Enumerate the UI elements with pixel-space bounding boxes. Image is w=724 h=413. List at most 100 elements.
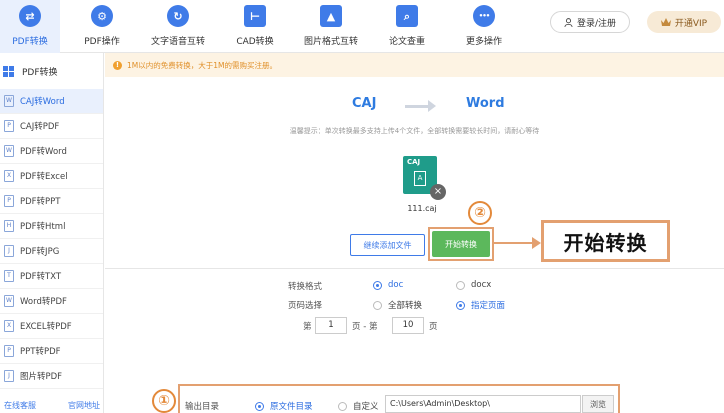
tab-label: PDF转换	[12, 37, 48, 47]
tab-pdf-convert[interactable]: ⇄ PDF转换	[0, 0, 60, 53]
notice-text: 1M以内的免费转换，大于1M的需购买注册。	[127, 60, 277, 70]
page-suffix: 页	[429, 322, 438, 332]
callout-arrow	[494, 242, 534, 244]
notice-bar: ! 1M以内的免费转换，大于1M的需购买注册。	[105, 53, 724, 77]
sidebar-item-caj-to-word[interactable]: W CAJ转Word	[0, 89, 103, 114]
convert-icon: ⇄	[19, 5, 41, 27]
search-doc-icon: ⌕	[396, 5, 418, 27]
word-file-icon: W	[4, 145, 14, 157]
hint-text: 温馨提示：单次转换最多支持上传4个文件，全部转换需要较长时间，请耐心等待	[289, 127, 540, 135]
radio-dot	[338, 401, 347, 411]
tab-more-operations[interactable]: ••• 更多操作	[455, 0, 513, 53]
txt-file-icon: T	[4, 270, 14, 282]
tab-pdf-operations[interactable]: ⚙ PDF操作	[72, 0, 132, 53]
sidebar-item-image-to-pdf[interactable]: J 图片转PDF	[0, 364, 103, 389]
sidebar-item-pdf-to-ppt[interactable]: P PDF转PPT	[0, 189, 103, 214]
browse-button[interactable]: 浏览	[582, 395, 614, 413]
tab-text-speech[interactable]: ↻ 文字语音互转	[145, 0, 211, 53]
online-service-link[interactable]: 在线客服	[4, 400, 36, 411]
page-to-input[interactable]: 10	[392, 317, 424, 334]
crown-icon	[660, 18, 671, 26]
output-path-input[interactable]: C:\Users\Admin\Desktop\	[385, 395, 581, 413]
sidebar-item-pdf-to-word[interactable]: W PDF转Word	[0, 139, 103, 164]
tab-label: 更多操作	[465, 37, 502, 47]
pages-label: 页码选择	[288, 301, 323, 311]
sidebar-item-label: PDF转JPG	[20, 247, 60, 257]
grid-icon	[3, 65, 14, 77]
sidebar-item-excel-to-pdf[interactable]: X EXCEL转PDF	[0, 314, 103, 339]
image-icon: ▲	[320, 5, 342, 27]
pdf-file-icon: P	[4, 120, 14, 132]
step-2-marker: ②	[468, 201, 492, 225]
sidebar-item-caj-to-pdf[interactable]: P CAJ转PDF	[0, 114, 103, 139]
sidebar-item-word-to-pdf[interactable]: W Word转PDF	[0, 289, 103, 314]
radio-dot	[255, 401, 264, 411]
cad-icon: ⊢	[244, 5, 266, 27]
login-button[interactable]: 登录/注册	[550, 11, 630, 33]
sidebar-item-pdf-to-txt[interactable]: T PDF转TXT	[0, 264, 103, 289]
page-prefix: 第	[303, 322, 312, 332]
sidebar-item-pdf-to-excel[interactable]: X PDF转Excel	[0, 164, 103, 189]
output-custom-radio[interactable]: 自定义	[338, 400, 379, 412]
sidebar-item-ppt-to-pdf[interactable]: P PPT转PDF	[0, 339, 103, 364]
tab-label: 图片格式互转	[303, 37, 358, 47]
sidebar-footer: 在线客服 官网地址	[0, 400, 104, 411]
website-link[interactable]: 官网地址	[68, 400, 100, 411]
divider	[105, 268, 724, 269]
format-docx-radio[interactable]: docx	[456, 280, 491, 290]
sidebar-item-pdf-to-html[interactable]: H PDF转Html	[0, 214, 103, 239]
image-file-icon: J	[4, 245, 14, 257]
tab-label: 文字语音互转	[150, 37, 205, 47]
radio-label: 自定义	[353, 402, 379, 412]
sidebar-item-label: PPT转PDF	[20, 347, 61, 357]
start-convert-button[interactable]: 开始转换	[432, 231, 490, 257]
tab-plagiarism-check[interactable]: ⌕ 论文查重	[378, 0, 436, 53]
tab-cad-convert[interactable]: ⊢ CAD转换	[226, 0, 284, 53]
sidebar-item-label: PDF转TXT	[20, 272, 62, 282]
radio-dot	[373, 300, 382, 310]
vip-label: 开通VIP	[674, 18, 708, 29]
tab-image-format[interactable]: ▲ 图片格式互转	[300, 0, 362, 53]
ppt-file-icon: P	[4, 345, 14, 357]
word-file-icon: W	[4, 95, 14, 107]
user-icon	[564, 17, 573, 27]
sidebar: PDF转换 W CAJ转Word P CAJ转PDF W PDF转Word X …	[0, 53, 104, 413]
target-format: Word	[466, 96, 505, 111]
page-from-input[interactable]: 1	[315, 317, 347, 334]
remove-file-button[interactable]: ×	[430, 184, 446, 200]
add-file-button[interactable]: 继续添加文件	[350, 234, 425, 256]
more-icon: •••	[473, 5, 495, 27]
sidebar-item-label: CAJ转Word	[20, 97, 65, 107]
ppt-file-icon: P	[4, 195, 14, 207]
pages-all-radio[interactable]: 全部转换	[373, 299, 422, 311]
gear-icon: ⚙	[91, 5, 113, 27]
sidebar-item-label: PDF转Html	[20, 222, 66, 232]
radio-label: 指定页面	[471, 301, 506, 311]
sidebar-item-pdf-to-jpg[interactable]: J PDF转JPG	[0, 239, 103, 264]
file-name: 111.caj	[407, 204, 437, 213]
sidebar-item-label: Word转PDF	[20, 297, 67, 307]
radio-label: 原文件目录	[270, 402, 313, 412]
pages-specify-radio[interactable]: 指定页面	[456, 299, 505, 311]
callout-arrow-head	[532, 237, 541, 249]
warning-icon: !	[113, 60, 122, 70]
text-speech-icon: ↻	[167, 5, 189, 27]
vip-button[interactable]: 开通VIP	[647, 11, 721, 33]
file-glyph: A	[414, 171, 426, 186]
sidebar-header: PDF转换	[0, 53, 103, 89]
radio-label: doc	[388, 280, 404, 290]
format-label: 转换格式	[288, 282, 323, 292]
output-original-radio[interactable]: 原文件目录	[255, 400, 313, 412]
radio-label: docx	[471, 280, 492, 290]
sidebar-item-label: 图片转PDF	[20, 372, 63, 382]
excel-file-icon: X	[4, 170, 14, 182]
sidebar-item-label: PDF转PPT	[20, 197, 61, 207]
sidebar-item-label: PDF转Excel	[20, 172, 68, 182]
output-label: 输出目录	[185, 402, 220, 412]
sidebar-item-label: EXCEL转PDF	[20, 322, 72, 332]
sidebar-item-label: PDF转Word	[20, 147, 67, 157]
excel-file-icon: X	[4, 320, 14, 332]
sidebar-item-label: CAJ转PDF	[20, 122, 60, 132]
format-doc-radio[interactable]: doc	[373, 280, 403, 290]
word-file-icon: W	[4, 295, 14, 307]
